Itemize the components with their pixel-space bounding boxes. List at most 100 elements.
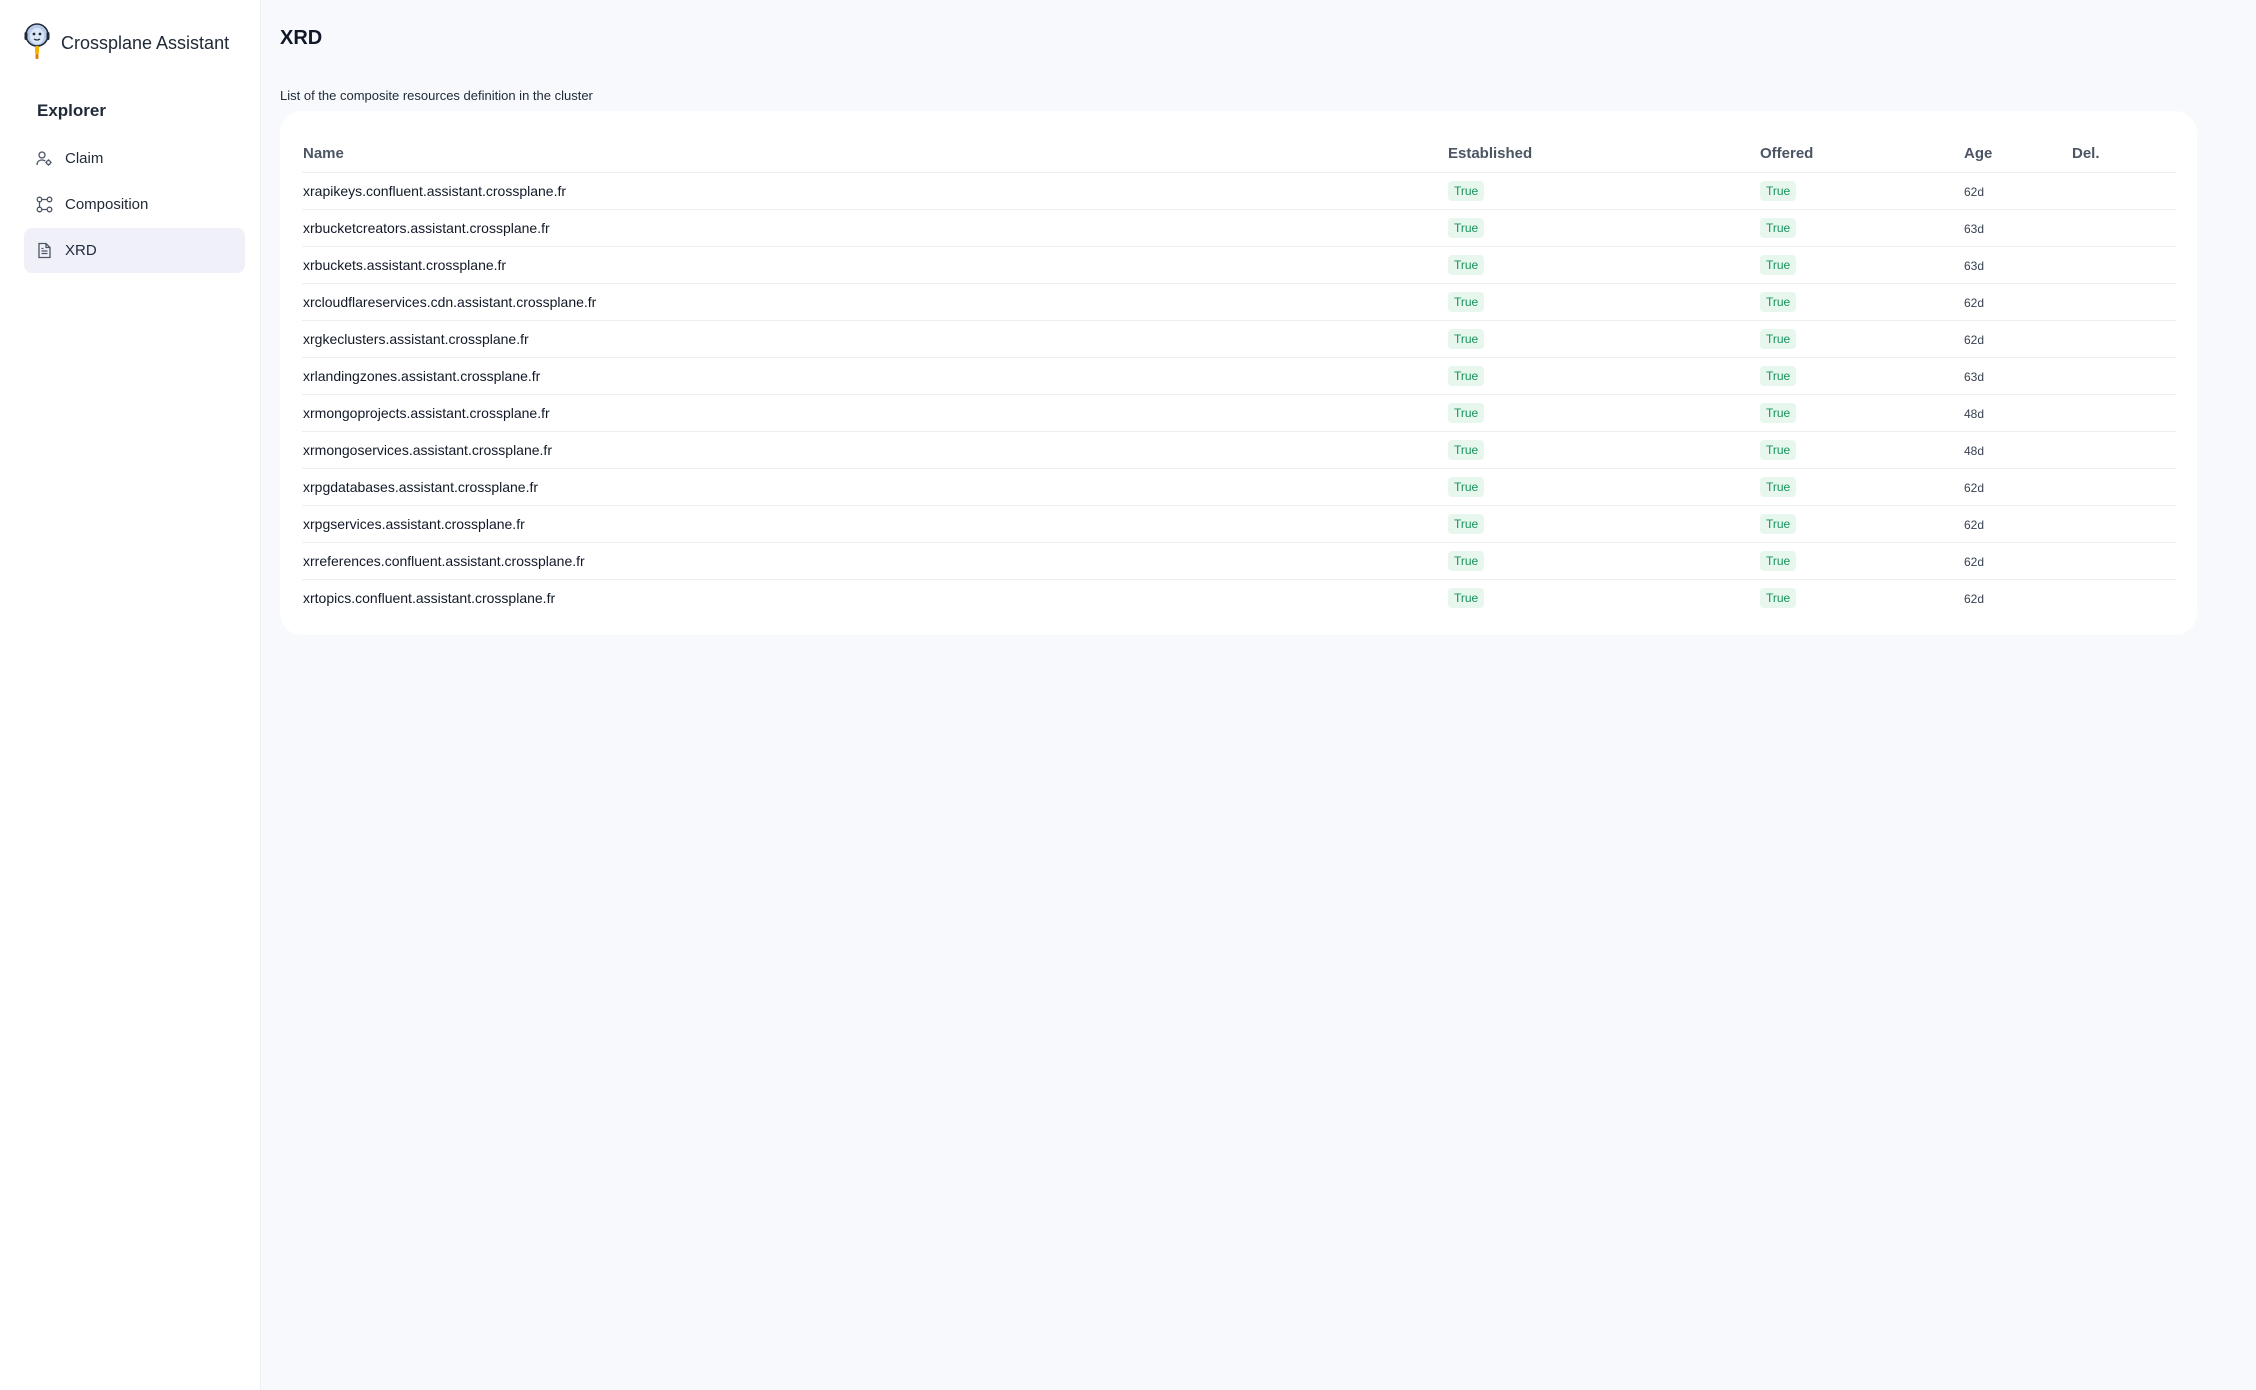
- established-cell: True: [1447, 542, 1759, 580]
- delete-cell[interactable]: [2071, 505, 2176, 543]
- xrd-name-cell[interactable]: xrtopics.confluent.assistant.crossplane.…: [302, 579, 1447, 616]
- table-row[interactable]: xrlandingzones.assistant.crossplane.fr Tr…: [302, 357, 2176, 395]
- offered-cell: True: [1759, 283, 1963, 321]
- offered-cell: True: [1759, 542, 1963, 580]
- age-value: 62d: [1964, 332, 1985, 347]
- xrd-name[interactable]: xrtopics.confluent.assistant.crossplane.…: [303, 590, 555, 606]
- age-cell: 62d: [1963, 283, 2071, 321]
- xrd-name[interactable]: xrmongoprojects.assistant.crossplane.fr: [303, 405, 550, 421]
- xrd-name-cell[interactable]: xrreferences.confluent.assistant.crosspl…: [302, 542, 1447, 580]
- offered-badge: True: [1760, 328, 1797, 349]
- delete-cell[interactable]: [2071, 357, 2176, 395]
- table-body: xrapikeys.confluent.assistant.crossplane…: [302, 172, 2176, 616]
- sidebar-item-xrd[interactable]: XRD: [24, 228, 245, 273]
- established-badge: True: [1448, 254, 1485, 275]
- delete-cell[interactable]: [2071, 320, 2176, 358]
- delete-cell[interactable]: [2071, 394, 2176, 432]
- offered-badge: True: [1760, 402, 1797, 423]
- xrd-name-cell[interactable]: xrcloudflareservices.cdn.assistant.cross…: [302, 283, 1447, 321]
- age-cell: 63d: [1963, 246, 2071, 284]
- app-name: Crossplane Assistant: [61, 32, 230, 53]
- table-row[interactable]: xrmongoservices.assistant.crossplane.fr T…: [302, 431, 2176, 469]
- table-row[interactable]: xrreferences.confluent.assistant.crosspl…: [302, 542, 2176, 580]
- xrd-name-cell[interactable]: xrapikeys.confluent.assistant.crossplane…: [302, 172, 1447, 210]
- column-header-delete[interactable]: Del.: [2071, 136, 2176, 173]
- delete-cell[interactable]: [2071, 431, 2176, 469]
- page-title: XRD: [280, 27, 323, 49]
- age-cell: 62d: [1963, 542, 2071, 580]
- xrd-name[interactable]: xrlandingzones.assistant.crossplane.fr: [303, 368, 540, 384]
- xrd-name-cell[interactable]: xrpgservices.assistant.crossplane.fr: [302, 505, 1447, 543]
- xrd-name[interactable]: xrbucketcreators.assistant.crossplane.fr: [303, 220, 550, 236]
- column-header-established[interactable]: Established: [1447, 136, 1759, 173]
- brand[interactable]: Crossplane Assistant: [0, 22, 260, 64]
- xrd-name[interactable]: xrpgdatabases.assistant.crossplane.fr: [303, 479, 538, 495]
- established-badge: True: [1448, 476, 1485, 497]
- offered-cell: True: [1759, 431, 1963, 469]
- offered-cell: True: [1759, 172, 1963, 210]
- column-header-name[interactable]: Name: [302, 136, 1447, 173]
- established-badge: True: [1448, 291, 1485, 312]
- xrd-name[interactable]: xrapikeys.confluent.assistant.crossplane…: [303, 183, 566, 199]
- offered-cell: True: [1759, 394, 1963, 432]
- delete-cell[interactable]: [2071, 468, 2176, 506]
- offered-badge: True: [1760, 587, 1797, 608]
- xrd-name-cell[interactable]: xrmongoservices.assistant.crossplane.fr: [302, 431, 1447, 469]
- offered-badge: True: [1760, 365, 1797, 386]
- sidebar-item-composition[interactable]: Composition: [24, 182, 245, 227]
- age-value: 62d: [1964, 591, 1985, 606]
- offered-cell: True: [1759, 320, 1963, 358]
- established-cell: True: [1447, 357, 1759, 395]
- age-cell: 63d: [1963, 357, 2071, 395]
- age-cell: 62d: [1963, 505, 2071, 543]
- table-row[interactable]: xrpgservices.assistant.crossplane.fr True…: [302, 505, 2176, 543]
- table-row[interactable]: xrbuckets.assistant.crossplane.fr True Tru…: [302, 246, 2176, 284]
- delete-cell[interactable]: [2071, 283, 2176, 321]
- xrd-name-cell[interactable]: xrbuckets.assistant.crossplane.fr: [302, 246, 1447, 284]
- table-row[interactable]: xrbucketcreators.assistant.crossplane.fr…: [302, 209, 2176, 247]
- column-header-offered[interactable]: Offered: [1759, 136, 1963, 173]
- xrd-name-cell[interactable]: xrgkeclusters.assistant.crossplane.fr: [302, 320, 1447, 358]
- xrd-name[interactable]: xrmongoservices.assistant.crossplane.fr: [303, 442, 552, 458]
- established-cell: True: [1447, 172, 1759, 210]
- offered-badge: True: [1760, 254, 1797, 275]
- delete-cell[interactable]: [2071, 579, 2176, 616]
- table-row[interactable]: xrmongoprojects.assistant.crossplane.fr T…: [302, 394, 2176, 432]
- age-value: 62d: [1964, 517, 1985, 532]
- delete-cell[interactable]: [2071, 209, 2176, 247]
- xrd-name[interactable]: xrreferences.confluent.assistant.crosspl…: [303, 553, 585, 569]
- xrd-name-cell[interactable]: xrmongoprojects.assistant.crossplane.fr: [302, 394, 1447, 432]
- table-row[interactable]: xrpgdatabases.assistant.crossplane.fr Tru…: [302, 468, 2176, 506]
- xrd-name[interactable]: xrgkeclusters.assistant.crossplane.fr: [303, 331, 529, 347]
- established-badge: True: [1448, 365, 1485, 386]
- table-row[interactable]: xrcloudflareservices.cdn.assistant.cross…: [302, 283, 2176, 321]
- sidebar: Crossplane Assistant Explorer Claim Comp…: [0, 0, 261, 1390]
- column-header-age[interactable]: Age: [1963, 136, 2071, 173]
- table-row[interactable]: xrgkeclusters.assistant.crossplane.fr Tru…: [302, 320, 2176, 358]
- sidebar-item-label: Claim: [65, 150, 104, 167]
- sidebar-item-claim[interactable]: Claim: [24, 136, 245, 181]
- delete-cell[interactable]: [2071, 246, 2176, 284]
- xrd-name[interactable]: xrpgservices.assistant.crossplane.fr: [303, 516, 525, 532]
- established-cell: True: [1447, 431, 1759, 469]
- established-cell: True: [1447, 468, 1759, 506]
- assistant-logo-icon: [24, 23, 50, 59]
- table-row[interactable]: xrapikeys.confluent.assistant.crossplane…: [302, 172, 2176, 210]
- xrd-name-cell[interactable]: xrbucketcreators.assistant.crossplane.fr: [302, 209, 1447, 247]
- age-value: 63d: [1964, 369, 1985, 384]
- sidebar-nav: Claim Composition XRD: [0, 136, 260, 273]
- offered-badge: True: [1760, 439, 1797, 460]
- offered-badge: True: [1760, 550, 1797, 571]
- age-value: 63d: [1964, 221, 1985, 236]
- table-row[interactable]: xrtopics.confluent.assistant.crossplane.…: [302, 579, 2176, 616]
- established-badge: True: [1448, 550, 1485, 571]
- xrd-name[interactable]: xrbuckets.assistant.crossplane.fr: [303, 257, 506, 273]
- xrd-name-cell[interactable]: xrlandingzones.assistant.crossplane.fr: [302, 357, 1447, 395]
- delete-cell[interactable]: [2071, 542, 2176, 580]
- age-value: 62d: [1964, 480, 1985, 495]
- xrd-name[interactable]: xrcloudflareservices.cdn.assistant.cross…: [303, 294, 596, 310]
- xrd-name-cell[interactable]: xrpgdatabases.assistant.crossplane.fr: [302, 468, 1447, 506]
- age-value: 62d: [1964, 554, 1985, 569]
- delete-cell[interactable]: [2071, 172, 2176, 210]
- offered-cell: True: [1759, 357, 1963, 395]
